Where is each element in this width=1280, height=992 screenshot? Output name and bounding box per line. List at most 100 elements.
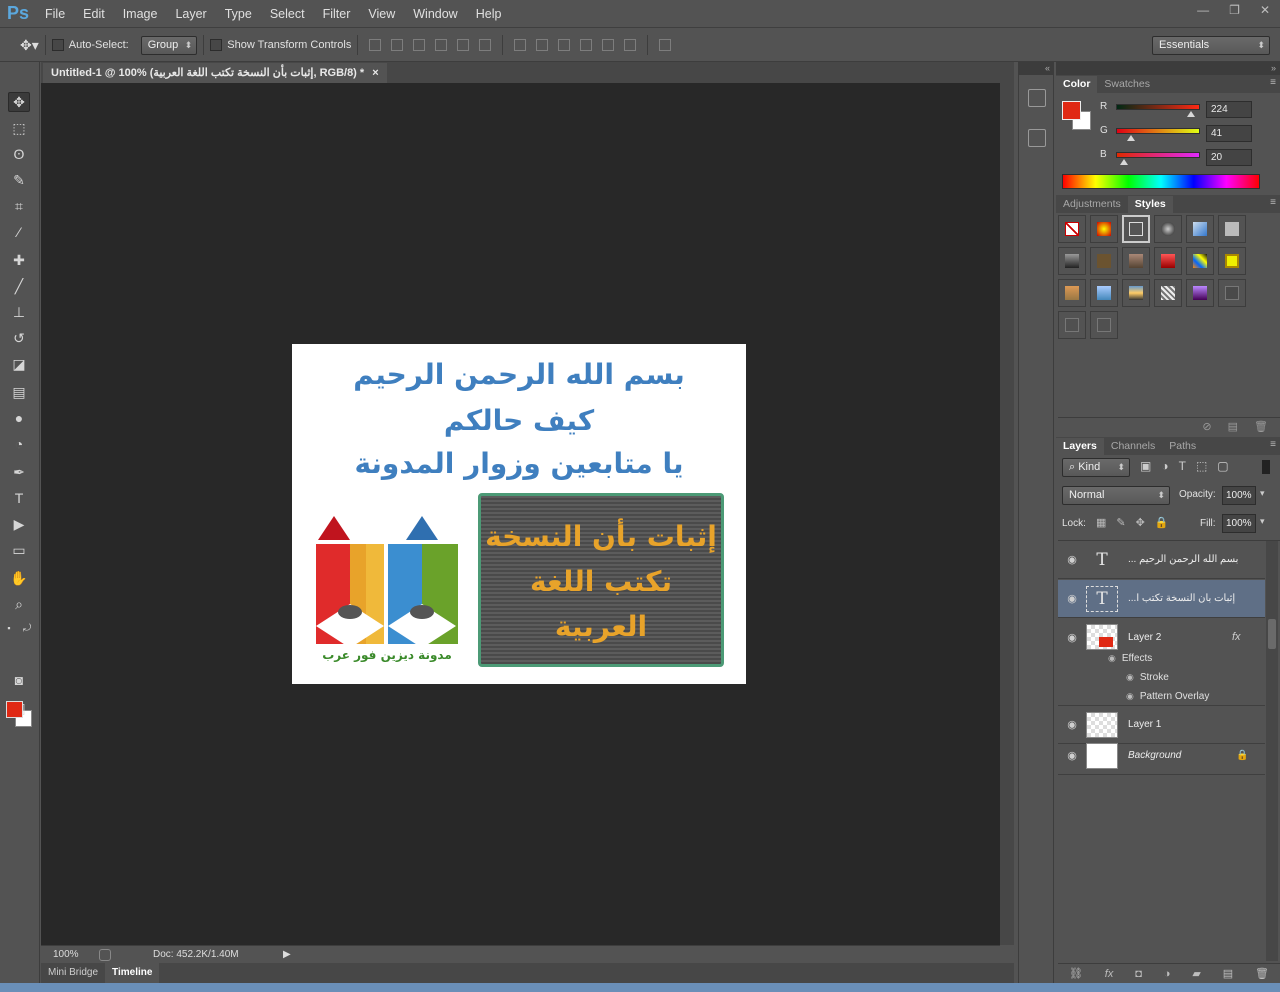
dodge-tool-icon[interactable]: ◔ (8, 434, 30, 454)
visibility-eye-icon[interactable]: ◉ (1058, 553, 1086, 566)
delete-style-icon[interactable]: 🗑 (1254, 420, 1268, 433)
properties-icon[interactable] (1028, 129, 1046, 147)
document-tab[interactable]: Untitled-1 @ 100% (إثبات بأن النسخة تكتب… (43, 63, 387, 83)
clone-stamp-tool-icon[interactable]: ⊥ (8, 302, 30, 322)
healing-brush-tool-icon[interactable]: ✚ (8, 250, 30, 270)
swap-colors-icon[interactable]: ⤾ (20, 618, 34, 638)
fill-input[interactable]: 100% (1222, 514, 1256, 533)
layer-name[interactable]: إثبات بأن النسخة تكتب ا... (1128, 593, 1246, 604)
blur-tool-icon[interactable]: ● (8, 408, 30, 428)
distribute-right-icon[interactable] (624, 39, 637, 51)
style-swatch[interactable] (1058, 311, 1086, 339)
filter-smart-icon[interactable]: ▢ (1217, 459, 1228, 473)
red-slider[interactable] (1116, 103, 1200, 117)
style-swatch[interactable] (1122, 279, 1150, 307)
filter-shape-icon[interactable]: ⬚ (1196, 459, 1207, 473)
lock-all-icon[interactable]: 🔒 (1155, 516, 1169, 529)
align-vcenter-icon[interactable] (391, 39, 404, 51)
clear-style-icon[interactable]: ⊘ (1202, 420, 1211, 433)
menu-layer[interactable]: Layer (166, 0, 215, 28)
distribute-hcenter-icon[interactable] (602, 39, 615, 51)
lock-transparent-icon[interactable]: ▦ (1096, 516, 1106, 529)
adjustment-layer-icon[interactable]: ◑ (1164, 968, 1171, 980)
green-slider[interactable] (1116, 127, 1200, 141)
align-top-icon[interactable] (369, 39, 382, 51)
green-value[interactable]: 41 (1206, 125, 1252, 142)
lasso-tool-icon[interactable]: ʘ (8, 144, 30, 164)
add-mask-icon[interactable]: ◘ (1135, 968, 1142, 980)
transform-controls-checkbox[interactable] (210, 39, 223, 51)
color-fg-swatch[interactable] (1062, 101, 1081, 120)
fill-arrow-icon[interactable]: ▾ (1260, 516, 1265, 527)
menu-filter[interactable]: Filter (314, 0, 360, 28)
style-swatch[interactable] (1154, 215, 1182, 243)
scroll-thumb[interactable] (1268, 619, 1276, 649)
style-swatch[interactable] (1186, 215, 1214, 243)
history-icon[interactable] (1028, 89, 1046, 107)
style-swatch[interactable] (1122, 215, 1150, 243)
foreground-color-swatch[interactable] (6, 701, 23, 718)
layers-scrollbar[interactable] (1266, 541, 1278, 961)
tab-paths[interactable]: Paths (1162, 438, 1203, 455)
filter-adjustment-icon[interactable]: ◑ (1161, 459, 1168, 473)
style-swatch[interactable] (1090, 247, 1118, 275)
restore-icon[interactable]: ❐ (1229, 3, 1240, 17)
blue-thumb[interactable] (1120, 158, 1128, 165)
layer-name[interactable]: Background (1128, 750, 1236, 761)
document-canvas[interactable]: بسم الله الرحمن الرحيم كيف حالكم يا متاب… (292, 344, 746, 684)
style-swatch[interactable] (1218, 279, 1246, 307)
lock-position-icon[interactable]: ✥ (1136, 516, 1145, 529)
delete-layer-icon[interactable]: 🗑 (1255, 967, 1269, 980)
distribute-bottom-icon[interactable] (558, 39, 571, 51)
auto-select-dropdown[interactable]: Group (140, 35, 198, 55)
visibility-eye-icon[interactable]: ◉ (1126, 691, 1134, 702)
visibility-eye-icon[interactable]: ◉ (1058, 592, 1086, 605)
menu-file[interactable]: File (36, 0, 74, 28)
menu-type[interactable]: Type (216, 0, 261, 28)
style-swatch[interactable] (1090, 311, 1118, 339)
menu-help[interactable]: Help (467, 0, 511, 28)
panel-menu-icon[interactable]: ≡ (1270, 439, 1276, 450)
menu-image[interactable]: Image (114, 0, 167, 28)
effect-row[interactable]: ◉ Pattern Overlay (1058, 687, 1265, 706)
layer-name[interactable]: Layer 1 (1128, 719, 1246, 730)
tab-adjustments[interactable]: Adjustments (1056, 196, 1128, 213)
panels-collapse[interactable]: » (1056, 62, 1280, 75)
tab-styles[interactable]: Styles (1127, 196, 1173, 213)
zoom-level[interactable]: 100% (53, 949, 93, 960)
blue-slider[interactable] (1116, 151, 1200, 165)
move-tool-preset-icon[interactable]: ✥▾ (20, 37, 39, 54)
green-thumb[interactable] (1127, 134, 1135, 141)
style-none[interactable] (1058, 215, 1086, 243)
marquee-tool-icon[interactable]: ⬚ (8, 118, 30, 138)
vertical-scrollbar[interactable] (1000, 83, 1014, 945)
visibility-eye-icon[interactable]: ◉ (1058, 718, 1086, 731)
align-left-icon[interactable] (435, 39, 448, 51)
style-swatch[interactable] (1058, 247, 1086, 275)
visibility-eye-icon[interactable]: ◉ (1058, 749, 1086, 762)
red-value[interactable]: 224 (1206, 101, 1252, 118)
layer-filter-dropdown[interactable]: ⌕ Kind (1062, 458, 1130, 477)
style-swatch[interactable] (1058, 279, 1086, 307)
red-thumb[interactable] (1187, 110, 1195, 117)
visibility-eye-icon[interactable]: ◉ (1058, 631, 1086, 644)
filter-type-icon[interactable]: T (1179, 459, 1186, 473)
effects-row[interactable]: ◉ Effects (1058, 649, 1265, 668)
link-layers-icon[interactable]: ⛓ (1069, 967, 1083, 980)
shape-tool-icon[interactable]: ▭ (8, 540, 30, 560)
opacity-arrow-icon[interactable]: ▾ (1260, 488, 1265, 499)
history-brush-tool-icon[interactable]: ↺ (8, 328, 30, 348)
style-swatch[interactable] (1154, 247, 1182, 275)
zoom-tool-icon[interactable]: ⌕ (8, 594, 30, 614)
blue-value[interactable]: 20 (1206, 149, 1252, 166)
new-group-icon[interactable]: ▰ (1192, 967, 1200, 980)
crop-tool-icon[interactable]: ⌗ (8, 196, 30, 216)
panel-menu-icon[interactable]: ≡ (1270, 77, 1276, 88)
status-preview-icon[interactable] (99, 948, 111, 961)
auto-select-checkbox[interactable] (51, 39, 64, 51)
tab-channels[interactable]: Channels (1104, 438, 1162, 455)
layer-row-selected[interactable]: ◉ T إثبات بأن النسخة تكتب ا... (1058, 580, 1265, 618)
default-colors-icon[interactable]: ▪ (2, 618, 16, 638)
quick-mask-icon[interactable]: ◙ (8, 670, 30, 690)
tab-swatches[interactable]: Swatches (1097, 76, 1157, 93)
